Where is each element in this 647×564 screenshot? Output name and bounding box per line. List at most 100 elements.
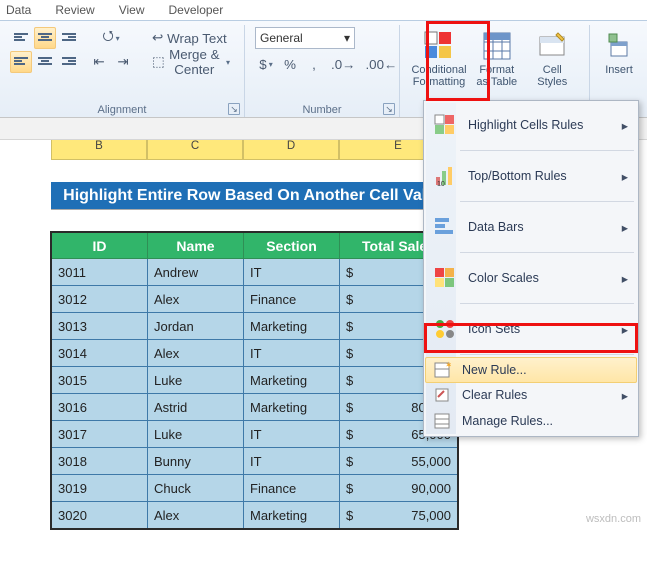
table-row[interactable]: 3013JordanMarketing [52,313,458,340]
align-bottom-button[interactable] [58,27,80,49]
cell-id[interactable]: 3011 [52,259,148,286]
clear-rules-icon [432,385,452,405]
conditional-formatting-button[interactable]: Conditional Formatting [410,27,468,91]
accounting-format-button[interactable]: $ [255,53,277,75]
menu-label: Color Scales [468,271,539,285]
cell-id[interactable]: 3017 [52,421,148,448]
comma-format-button[interactable]: , [303,53,325,75]
cell-section[interactable]: IT [244,448,340,475]
align-center-button[interactable] [34,51,56,73]
cell-name[interactable]: Alex [148,286,244,313]
new-rule-icon: ✶ [432,360,452,380]
number-format-value: General [260,31,303,45]
increase-indent-button[interactable]: ⇥ [112,51,134,73]
watermark: wsxdn.com [586,513,641,525]
header-id: ID [52,233,148,259]
wrap-text-label: Wrap Text [167,31,227,46]
tab-data[interactable]: Data [6,3,31,17]
color-scales-icon [432,265,458,291]
table-row[interactable]: 3020AlexMarketing75,000 [52,502,458,529]
header-row: ID Name Section Total Sales [52,233,458,259]
menu-manage-rules[interactable]: Manage Rules... [426,408,636,434]
insert-cells-button[interactable]: Insert [600,27,638,79]
cell-section[interactable]: Finance [244,286,340,313]
cell-section[interactable]: IT [244,421,340,448]
table-row[interactable]: 3017LukeIT65,000 [52,421,458,448]
cell-id[interactable]: 3015 [52,367,148,394]
wrap-text-icon: ↩ [152,30,163,46]
cell-id[interactable]: 3012 [52,286,148,313]
menu-new-rule[interactable]: ✶ New Rule... [425,357,637,383]
conditional-formatting-menu: Highlight Cells Rules 10 Top/Bottom Rule… [423,100,639,437]
cell-id[interactable]: 3020 [52,502,148,529]
cell-id[interactable]: 3013 [52,313,148,340]
align-right-button[interactable] [58,51,80,73]
cell-total[interactable]: 55,000 [340,448,458,475]
cell-styles-button[interactable]: Cell Styles [526,27,580,91]
cell-name[interactable]: Luke [148,421,244,448]
column-header-d[interactable]: D [243,140,339,160]
cell-section[interactable]: Finance [244,475,340,502]
align-top-button[interactable] [10,27,32,49]
column-header-c[interactable]: C [147,140,243,160]
manage-rules-icon [432,411,452,431]
cell-section[interactable]: Marketing [244,502,340,529]
increase-decimal-button[interactable]: .0→ [327,53,359,75]
cell-name[interactable]: Alex [148,340,244,367]
wrap-text-button[interactable]: ↩ Wrap Text [148,27,234,49]
table-row[interactable]: 3016AstridMarketing80,000 [52,394,458,421]
cell-name[interactable]: Andrew [148,259,244,286]
menu-data-bars[interactable]: Data Bars [426,205,636,249]
cell-id[interactable]: 3019 [52,475,148,502]
menu-label: Clear Rules [462,388,527,402]
menu-label: Top/Bottom Rules [468,169,567,183]
cell-name[interactable]: Luke [148,367,244,394]
cell-name[interactable]: Astrid [148,394,244,421]
cell-section[interactable]: Marketing [244,313,340,340]
menu-icon-sets[interactable]: Icon Sets [426,307,636,351]
number-dialog-launcher[interactable]: ↘ [383,103,395,115]
table-row[interactable]: 3015LukeMarketing [52,367,458,394]
table-row[interactable]: 3012AlexFinance [52,286,458,313]
cell-section[interactable]: Marketing [244,394,340,421]
cell-total[interactable]: 90,000 [340,475,458,502]
tab-review[interactable]: Review [55,3,94,17]
table-row[interactable]: 3018BunnyIT55,000 [52,448,458,475]
cell-section[interactable]: IT [244,340,340,367]
alignment-dialog-launcher[interactable]: ↘ [228,103,240,115]
decrease-decimal-button[interactable]: .00← [361,53,401,75]
alignment-caption: Alignment ↘ [10,102,234,116]
cell-name[interactable]: Alex [148,502,244,529]
menu-highlight-cells-rules[interactable]: Highlight Cells Rules [426,103,636,147]
cell-name[interactable]: Bunny [148,448,244,475]
table-row[interactable]: 3019ChuckFinance90,000 [52,475,458,502]
format-as-table-button[interactable]: Format as Table [470,27,524,91]
format-as-table-icon [481,30,513,62]
number-format-combo[interactable]: General ▾ [255,27,355,49]
orientation-button[interactable]: ⭯ [88,27,134,49]
decrease-indent-button[interactable]: ⇤ [88,51,110,73]
merge-center-button[interactable]: ⬚ Merge & Center [148,51,234,73]
conditional-formatting-icon [423,30,455,62]
cell-section[interactable]: IT [244,259,340,286]
cell-id[interactable]: 3014 [52,340,148,367]
tab-developer[interactable]: Developer [169,3,224,17]
percent-format-button[interactable]: % [279,53,301,75]
cell-id[interactable]: 3018 [52,448,148,475]
cell-name[interactable]: Jordan [148,313,244,340]
column-header-b[interactable]: B [51,140,147,160]
cell-id[interactable]: 3016 [52,394,148,421]
cell-styles-icon [536,30,568,62]
align-left-button[interactable] [10,51,32,73]
cell-name[interactable]: Chuck [148,475,244,502]
cell-total[interactable]: 75,000 [340,502,458,529]
table-row[interactable]: 3014AlexIT [52,340,458,367]
cell-section[interactable]: Marketing [244,367,340,394]
align-middle-button[interactable] [34,27,56,49]
format-as-table-label: Format as Table [476,64,517,88]
menu-color-scales[interactable]: Color Scales [426,256,636,300]
menu-clear-rules[interactable]: Clear Rules [426,382,636,408]
menu-top-bottom-rules[interactable]: 10 Top/Bottom Rules [426,154,636,198]
tab-view[interactable]: View [119,3,145,17]
table-row[interactable]: 3011AndrewIT [52,259,458,286]
